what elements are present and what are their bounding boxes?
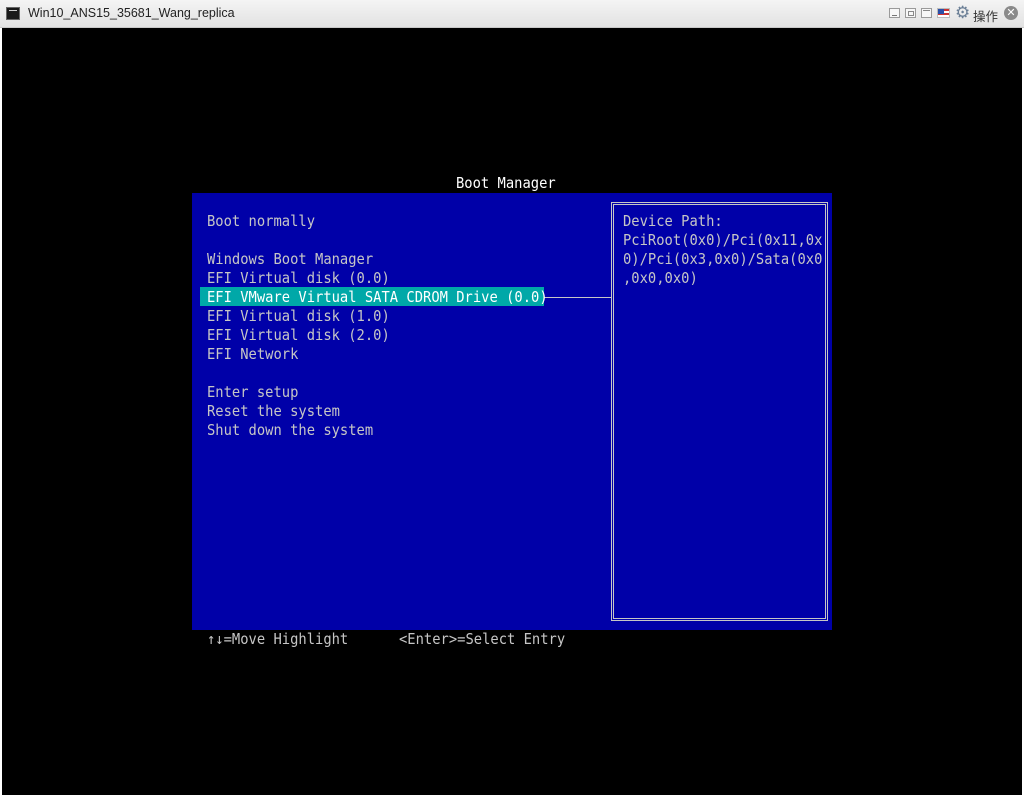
boot-option-windows-boot-manager[interactable]: Windows Boot Manager <box>207 250 373 269</box>
menu-shut-down-system[interactable]: Shut down the system <box>207 421 373 440</box>
device-path-line-3: ,0x0,0x0) <box>623 269 698 287</box>
device-path-line-2: 0)/Pci(0x3,0x0)/Sata(0x0 <box>623 250 823 268</box>
operations-menu[interactable]: 操作 <box>973 6 998 25</box>
footer-select-hint: <Enter>=Select Entry <box>399 630 566 648</box>
device-path-label: Device Path: <box>623 212 723 230</box>
window-title-bar: Win10_ANS15_35681_Wang_replica ⚙ 操作 ✕ <box>0 0 1024 28</box>
footer-move-hint: ↑↓=Move Highlight <box>207 630 349 648</box>
menu-reset-system[interactable]: Reset the system <box>207 402 340 421</box>
boot-manager-title: Boot Manager <box>456 174 556 192</box>
close-icon[interactable]: ✕ <box>1004 6 1018 20</box>
flag-icon[interactable] <box>937 8 950 18</box>
selection-connector-line <box>544 297 611 298</box>
menu-enter-setup[interactable]: Enter setup <box>207 383 298 402</box>
app-icon <box>6 7 20 20</box>
device-path-line-1: PciRoot(0x0)/Pci(0x11,0x <box>623 231 823 249</box>
boot-option-boot-normally[interactable]: Boot normally <box>207 212 315 231</box>
boot-option-virtual-disk-2[interactable]: EFI Virtual disk (2.0) <box>207 326 390 345</box>
restore-icon[interactable] <box>905 8 916 18</box>
maximize-icon[interactable] <box>921 8 932 18</box>
gear-icon[interactable]: ⚙ <box>955 3 970 23</box>
vm-screen[interactable]: Boot Manager Boot normally Windows Boot … <box>2 28 1022 795</box>
boot-menu-panel: Boot normally Windows Boot Manager EFI V… <box>192 193 832 630</box>
window-title: Win10_ANS15_35681_Wang_replica <box>28 6 235 20</box>
boot-option-virtual-disk-1[interactable]: EFI Virtual disk (1.0) <box>207 307 390 326</box>
boot-option-efi-network[interactable]: EFI Network <box>207 345 298 364</box>
boot-option-sata-cdrom[interactable]: EFI VMware Virtual SATA CDROM Drive (0.0… <box>207 288 548 307</box>
boot-option-virtual-disk-0[interactable]: EFI Virtual disk (0.0) <box>207 269 390 288</box>
minimize-icon[interactable] <box>889 8 900 18</box>
